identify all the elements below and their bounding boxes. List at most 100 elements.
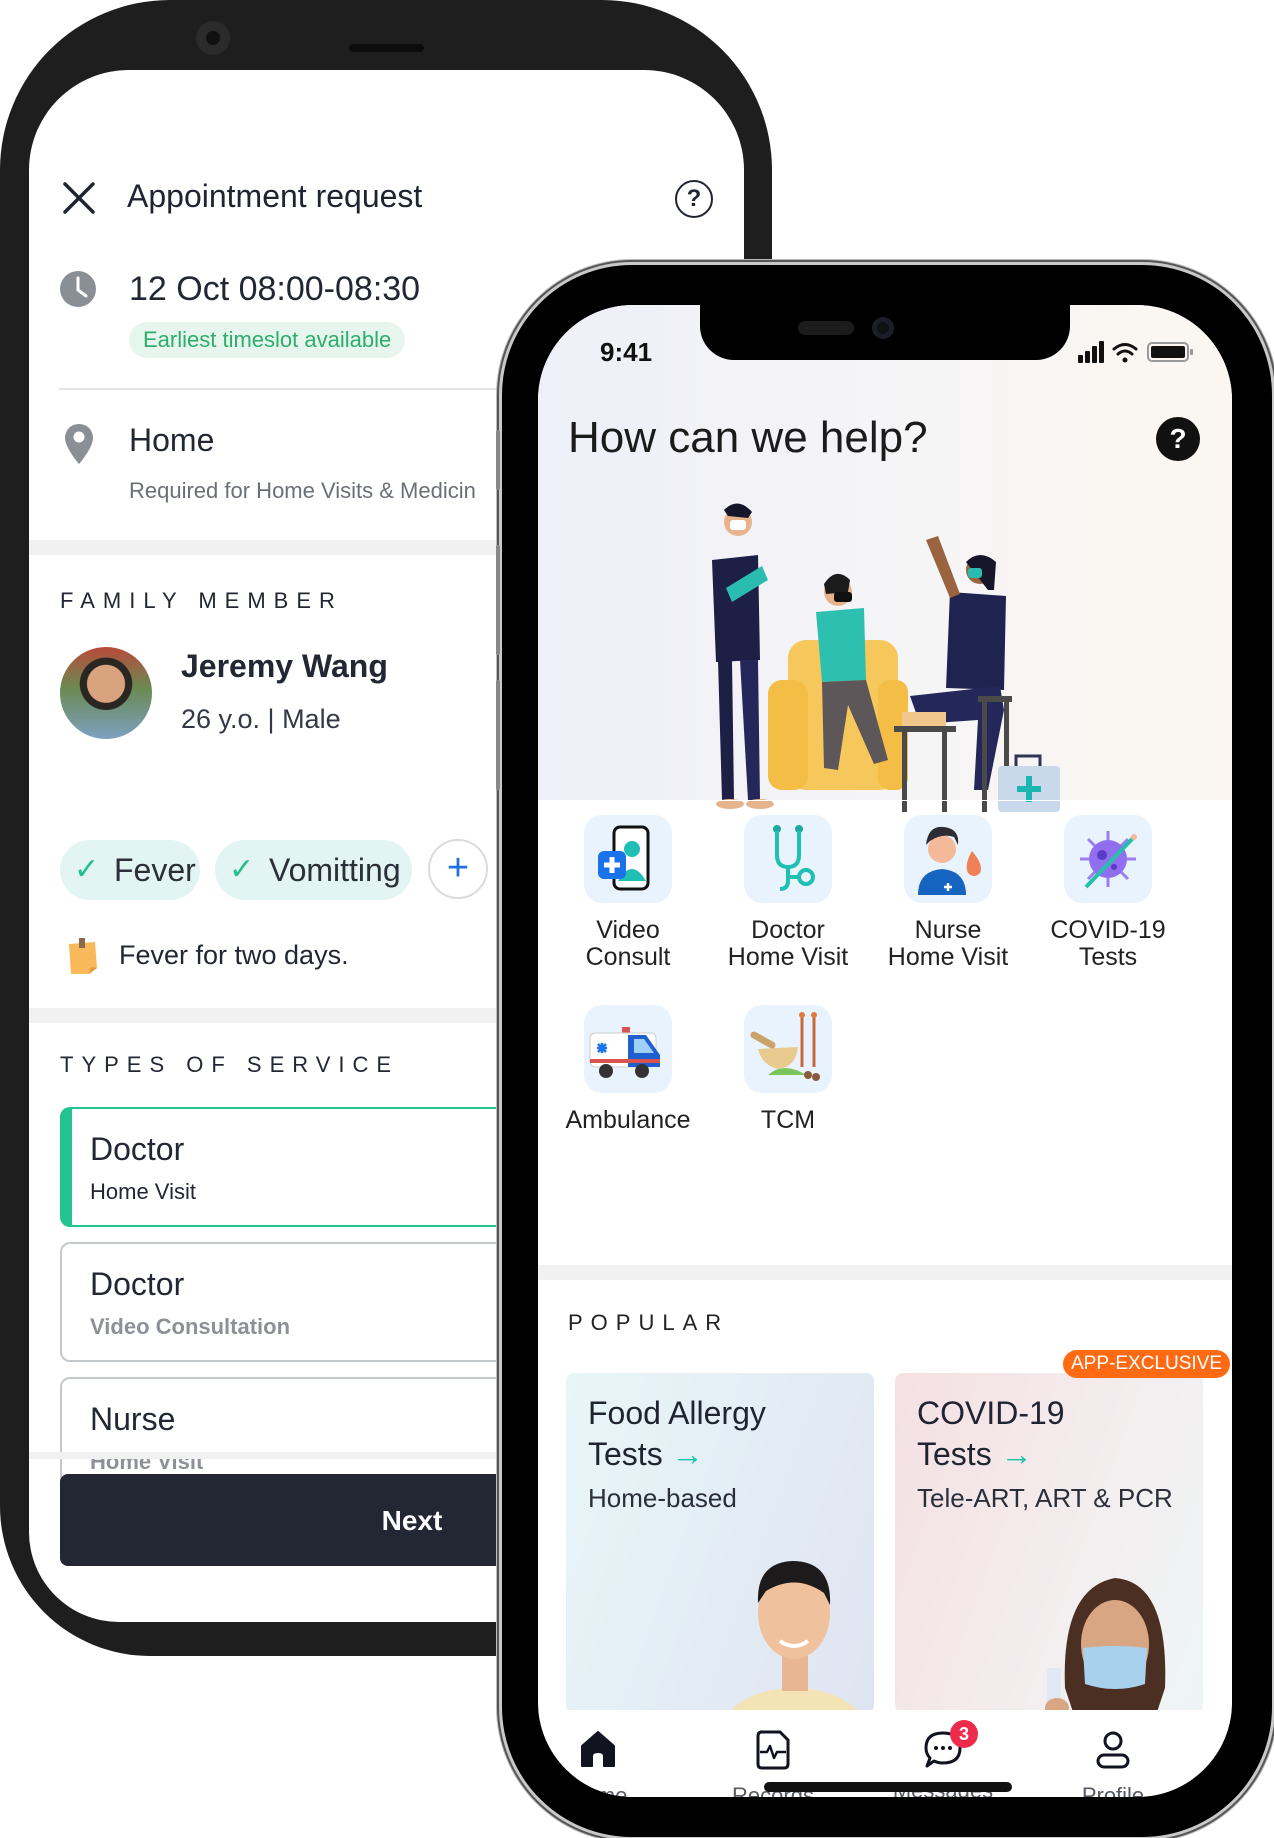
service-title: Doctor	[90, 1131, 185, 1167]
wifi-icon	[1112, 343, 1138, 363]
signal-icon	[1078, 341, 1104, 363]
tab-label: Profile	[1081, 1783, 1145, 1797]
avatar[interactable]	[60, 647, 152, 739]
service-label: Nurse Home Visit	[873, 917, 1023, 971]
ambulance-icon	[584, 1005, 672, 1093]
symptom-chip-fever[interactable]: ✓ Fever	[60, 840, 200, 900]
status-time: 9:41	[600, 337, 653, 367]
location-pin-icon	[65, 424, 93, 464]
profile-icon	[1096, 1731, 1130, 1769]
close-icon[interactable]	[61, 180, 97, 216]
symptom-note: Fever for two days.	[119, 940, 349, 970]
symptom-label: Fever	[114, 852, 196, 888]
location-subtitle: Required for Home Visits & Medicin	[129, 478, 476, 503]
notch-speaker	[798, 321, 854, 335]
tab-label: Home	[568, 1783, 628, 1797]
service-label: TCM	[713, 1107, 863, 1134]
service-nurse-home-visit[interactable]: Nurse Home Visit	[873, 815, 1023, 971]
label-line: TCM	[760, 1106, 816, 1134]
tab-home[interactable]: Home	[538, 1728, 658, 1797]
tcm-icon	[744, 1005, 832, 1093]
next-label: Next	[381, 1505, 443, 1536]
home-icon	[581, 1731, 615, 1767]
tab-profile[interactable]: Profile	[1053, 1728, 1173, 1797]
woman-with-mask-photo	[1045, 1578, 1166, 1713]
card-title: COVID-19 Tests →	[917, 1393, 1065, 1475]
label-line: Tests	[1078, 943, 1138, 971]
front-camera	[196, 21, 230, 55]
earliest-timeslot-badge: Earliest timeslot available	[129, 322, 406, 358]
hero-bottom	[538, 800, 1232, 801]
service-doctor-home-visit[interactable]: Doctor Home Visit	[713, 815, 863, 971]
help-icon[interactable]: ?	[1156, 417, 1200, 461]
family-member-label: FAMILY MEMBER	[60, 588, 343, 613]
card-subtitle: Home-based	[588, 1483, 737, 1513]
service-title: Nurse	[90, 1401, 176, 1437]
label-line: COVID-19	[1050, 916, 1166, 944]
status-icons	[1078, 341, 1193, 363]
popular-card-covid-tests[interactable]: COVID-19 Tests → Tele-ART, ART & PCR	[895, 1373, 1203, 1713]
card-title-line: Food Allergy	[588, 1395, 766, 1431]
app-exclusive-badge: APP-EXCLUSIVE	[1063, 1350, 1230, 1378]
service-tcm[interactable]: TCM	[713, 1005, 863, 1134]
volume-down-button	[496, 680, 500, 790]
service-label: Ambulance	[553, 1107, 703, 1134]
add-symptom-button[interactable]: +	[428, 839, 488, 899]
service-subtitle: Video Consultation	[90, 1314, 291, 1339]
service-title: Doctor	[90, 1266, 185, 1302]
battery-icon	[1147, 342, 1193, 362]
types-of-service-label: TYPES OF SERVICE	[60, 1052, 400, 1077]
volume-up-button	[496, 545, 500, 655]
location-title[interactable]: Home	[129, 422, 214, 459]
service-label: Video Consult	[553, 917, 703, 971]
symptom-chip-vomitting[interactable]: ✓ Vomitting	[215, 840, 412, 900]
sticky-note-icon	[69, 938, 97, 974]
service-video-consult[interactable]: Video Consult	[553, 815, 703, 971]
arrow-right-icon: →	[1000, 1436, 1033, 1472]
help-icon[interactable]: ?	[675, 180, 713, 218]
check-icon: ✓	[74, 853, 100, 886]
page-title: Appointment request	[127, 178, 423, 214]
service-ambulance[interactable]: Ambulance	[553, 1005, 703, 1134]
member-info: 26 y.o. | Male	[181, 704, 341, 734]
label-line: Ambulance	[565, 1106, 691, 1134]
home-screen: 9:41 How can we help? ? Video Consult Do…	[538, 305, 1232, 1797]
label-line: Home Visit	[727, 943, 849, 971]
label-line: Consult	[585, 943, 671, 971]
label-line: Nurse	[914, 916, 982, 944]
service-subtitle: Home Visit	[90, 1179, 196, 1204]
clock-icon	[60, 271, 96, 307]
healthcare-illustration	[712, 503, 1060, 812]
plus-icon: +	[446, 847, 470, 889]
records-icon	[756, 1730, 790, 1770]
video-consult-icon	[584, 815, 672, 903]
label-line: Video	[596, 916, 660, 944]
timeslot-value[interactable]: 12 Oct 08:00-08:30	[129, 270, 420, 309]
popular-label: POPULAR	[568, 1310, 730, 1335]
home-indicator[interactable]	[764, 1782, 1012, 1792]
notch	[700, 305, 1070, 360]
card-title-line: Tests	[588, 1436, 663, 1472]
member-name: Jeremy Wang	[181, 648, 388, 684]
card-title-line: Tests	[917, 1436, 992, 1472]
label-line: Home Visit	[887, 943, 1009, 971]
page-title: How can we help?	[568, 413, 928, 462]
service-covid-tests[interactable]: COVID-19 Tests	[1033, 815, 1183, 971]
section-gap	[538, 1265, 1232, 1280]
earpiece-speaker	[349, 44, 424, 52]
card-subtitle: Tele-ART, ART & PCR	[917, 1483, 1173, 1513]
service-label: COVID-19 Tests	[1033, 917, 1183, 971]
iphone-frame: 9:41 How can we help? ? Video Consult Do…	[496, 265, 1272, 1837]
check-icon: ✓	[229, 853, 255, 886]
nurse-icon	[904, 815, 992, 903]
unread-count-badge: 3	[950, 1720, 978, 1748]
stethoscope-icon	[744, 815, 832, 903]
popular-card-food-allergy[interactable]: Food Allergy Tests → Home-based	[566, 1373, 874, 1713]
card-title-line: COVID-19	[917, 1395, 1065, 1431]
chat-icon-wrap: 3	[922, 1720, 978, 1770]
service-label: Doctor Home Visit	[713, 917, 863, 971]
arrow-right-icon: →	[671, 1436, 704, 1472]
notch-camera	[872, 317, 894, 339]
man-photo	[729, 1561, 859, 1713]
symptom-label: Vomitting	[269, 852, 401, 888]
